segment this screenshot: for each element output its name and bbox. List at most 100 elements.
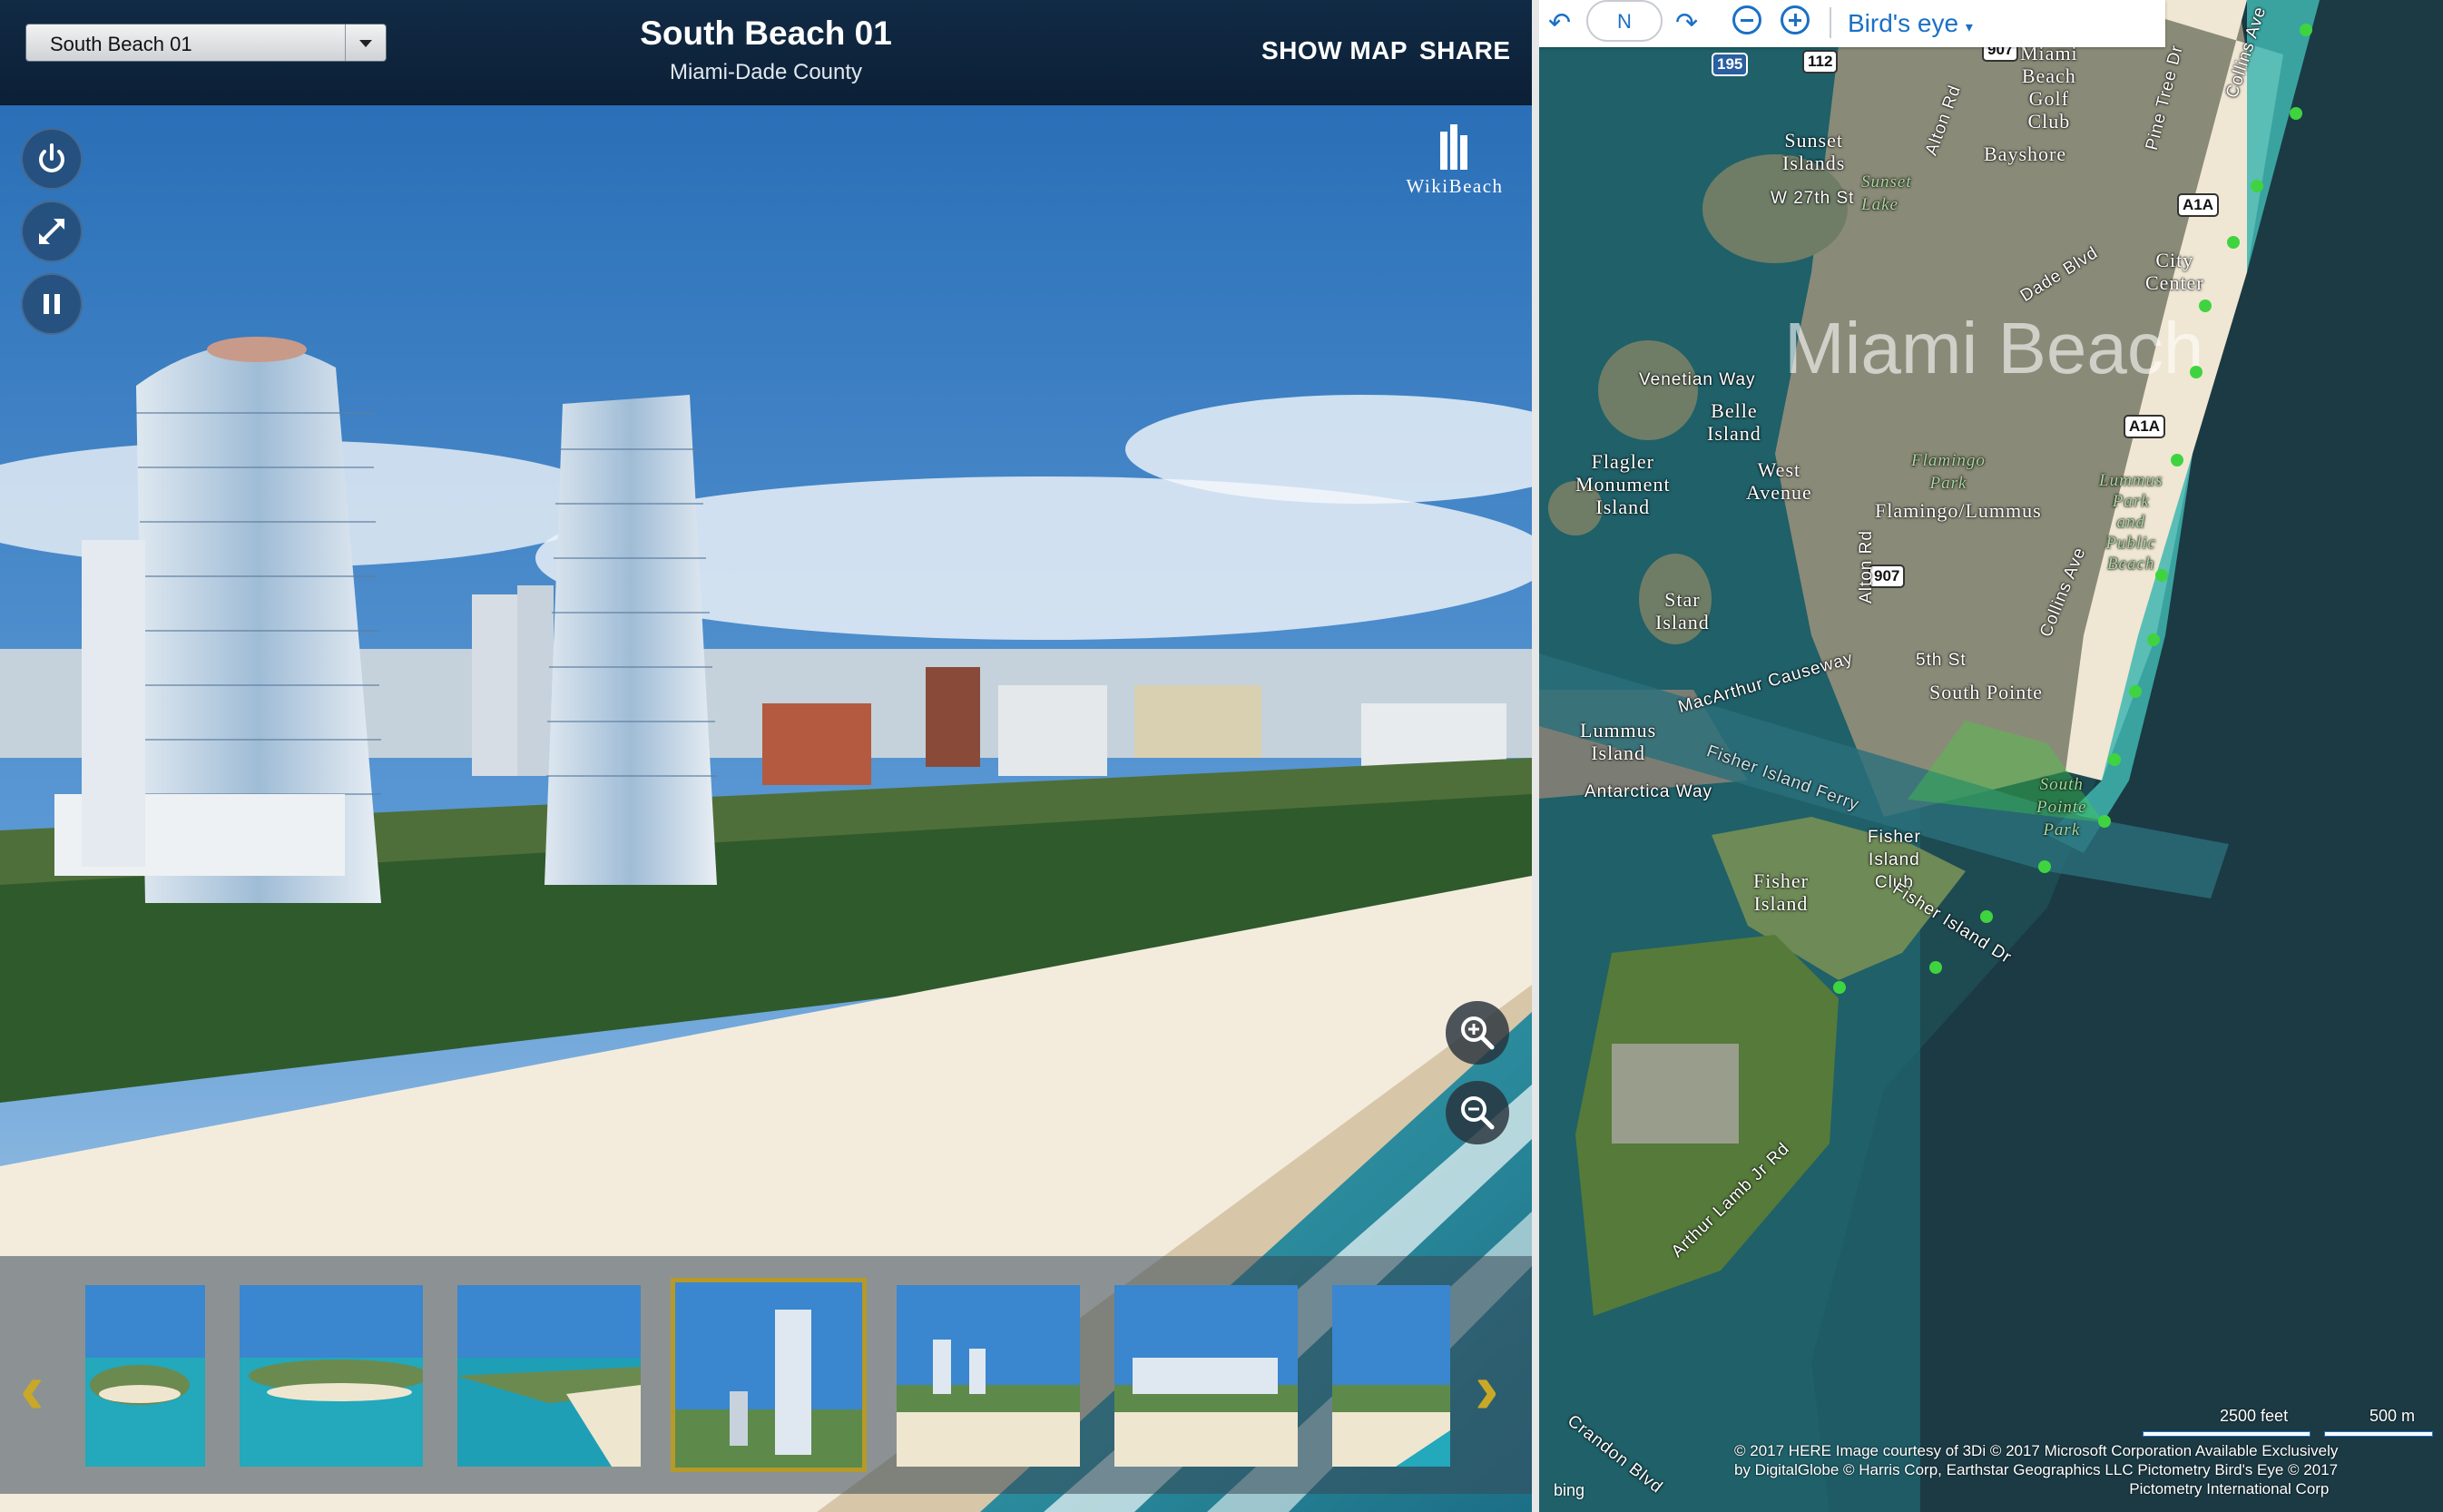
- power-icon: [39, 143, 64, 172]
- beach-marker[interactable]: [2290, 107, 2302, 120]
- fullscreen-button[interactable]: [21, 201, 83, 262]
- wikibeach-logo-text: WikiBeach: [1406, 175, 1504, 197]
- label-sunset-lake: Sunset Lake: [1861, 171, 1912, 216]
- chevron-down-icon: ▾: [1965, 20, 1973, 35]
- toolbar-separator: [1830, 7, 1831, 38]
- beach-marker[interactable]: [2129, 685, 2142, 698]
- map-copyright: © 2017 HERE Image courtesy of 3Di © 2017…: [1734, 1441, 2338, 1498]
- label-line: Island: [1869, 850, 1920, 869]
- rotate-left-icon[interactable]: ↶: [1548, 7, 1571, 39]
- label-alton-rd-2: Alton Rd: [1856, 530, 1876, 604]
- birds-eye-map[interactable]: ↶ N ↷ Bird's eye ▾ Miami Beach 195 112 9…: [1539, 0, 2443, 1512]
- label-line: Islands: [1782, 152, 1846, 174]
- scale-bar-feet: [2143, 1431, 2311, 1437]
- label-sunset-islands: Sunset Islands: [1782, 129, 1845, 174]
- beach-marker[interactable]: [2038, 860, 2051, 873]
- label-fisher-island-club: Fisher Island Club: [1868, 826, 1921, 894]
- label-flagler: Flagler Monument Island: [1575, 450, 1671, 518]
- label-line: Star: [1664, 588, 1701, 611]
- zoom-in-icon: [1461, 1016, 1495, 1050]
- beach-marker[interactable]: [2147, 633, 2160, 646]
- beach-marker[interactable]: [1980, 910, 1993, 923]
- thumbnail-6[interactable]: [1114, 1285, 1298, 1467]
- label-line: South: [2039, 775, 2084, 794]
- thumbnail-strip: ‹ ›: [0, 1256, 1532, 1494]
- show-map-button[interactable]: SHOW MAP: [1261, 36, 1408, 65]
- beach-marker[interactable]: [2251, 180, 2263, 192]
- route-shield: A1A: [2177, 193, 2220, 217]
- label-lummus-park: Lummus Park and Public Beach: [2099, 470, 2163, 574]
- label-star-island: Star Island: [1655, 588, 1710, 633]
- compass-control[interactable]: N: [1586, 0, 1663, 42]
- beach-marker[interactable]: [1833, 981, 1846, 994]
- map-scale: 2500 feet 500 m: [2143, 1407, 2433, 1443]
- label-flamingo-lummus: Flamingo/Lummus: [1875, 499, 2042, 522]
- route-shield: 112: [1802, 50, 1839, 74]
- scale-meters: 500 m: [2369, 1407, 2416, 1425]
- map-imagery: [1539, 0, 2443, 1512]
- label-line: Lummus: [2099, 471, 2163, 490]
- label-line: Sunset: [1861, 172, 1912, 191]
- label-line: Park: [1929, 474, 1967, 493]
- label-line: Island: [1595, 496, 1651, 518]
- thumbnail-image: [1332, 1285, 1450, 1467]
- thumbnail-4-selected[interactable]: [671, 1278, 867, 1472]
- map-mode-select[interactable]: Bird's eye ▾: [1848, 9, 1973, 38]
- chevron-left-icon[interactable]: ‹: [20, 1347, 44, 1430]
- beach-marker[interactable]: [2199, 299, 2212, 312]
- beach-marker[interactable]: [2227, 236, 2240, 249]
- panel-divider[interactable]: [1532, 0, 1539, 1512]
- label-line: Park: [2112, 492, 2150, 511]
- copyright-line: by DigitalGlobe © Harris Corp, Earthstar…: [1734, 1461, 2339, 1478]
- beach-marker[interactable]: [2171, 454, 2183, 466]
- label-line: Lake: [1861, 195, 1898, 214]
- map-toolbar: ↶ N ↷ Bird's eye ▾: [1539, 0, 2165, 47]
- route-shield: A1A: [2124, 415, 2166, 438]
- zoom-in-button[interactable]: [1446, 1001, 1509, 1065]
- thumbnail-2[interactable]: [240, 1285, 423, 1467]
- label-line: Lummus: [1580, 719, 1657, 741]
- beach-marker[interactable]: [2155, 569, 2168, 582]
- map-zoom-out-icon[interactable]: [1732, 5, 1761, 34]
- label-line: Public: [2105, 534, 2156, 553]
- label-line: Pointe: [2036, 798, 2087, 817]
- label-line: Fisher: [1868, 828, 1921, 847]
- label-fisher-island: Fisher Island: [1753, 869, 1809, 915]
- thumbnail-5[interactable]: [897, 1285, 1080, 1467]
- viewer-header: South Beach 01 South Beach 01 Miami-Dade…: [0, 0, 1532, 105]
- pause-button[interactable]: [21, 273, 83, 335]
- label-line: Club: [2027, 110, 2071, 133]
- bing-logo: bing: [1554, 1481, 1585, 1499]
- wikibeach-logo: WikiBeach: [1396, 123, 1514, 198]
- label-venetian-way: Venetian Way: [1639, 370, 1756, 389]
- share-button[interactable]: SHARE: [1419, 36, 1511, 65]
- label-city-center: City Center: [2145, 249, 2204, 294]
- label-south-pointe: South Pointe: [1929, 681, 2044, 703]
- power-button[interactable]: [21, 128, 83, 190]
- thumbnail-image: [457, 1285, 641, 1467]
- label-line: Golf: [2028, 87, 2069, 110]
- chevron-right-icon[interactable]: ›: [1475, 1347, 1499, 1430]
- thumbnail-1[interactable]: [85, 1285, 205, 1467]
- label-line: Park: [2043, 820, 2081, 839]
- beach-marker[interactable]: [2190, 366, 2203, 378]
- thumbnail-image: [240, 1285, 423, 1467]
- label-line: Belle: [1711, 399, 1758, 422]
- beach-marker-selected[interactable]: [2098, 815, 2111, 828]
- thumbnail-3[interactable]: [457, 1285, 641, 1467]
- label-bayshore: Bayshore: [1984, 142, 2067, 165]
- label-west-avenue: West Avenue: [1746, 458, 1812, 504]
- zoom-out-button[interactable]: [1446, 1081, 1509, 1144]
- thumbnail-image: [897, 1285, 1080, 1467]
- map-zoom-in-icon[interactable]: [1781, 5, 1810, 34]
- scale-bar-meters: [2324, 1431, 2433, 1437]
- thumbnail-7[interactable]: [1332, 1285, 1450, 1467]
- label-line: Beach: [2106, 555, 2155, 574]
- beach-marker[interactable]: [2300, 24, 2312, 36]
- label-line: Island: [1753, 892, 1809, 915]
- rotate-right-icon[interactable]: ↷: [1675, 7, 1698, 39]
- beach-marker[interactable]: [2108, 753, 2121, 766]
- beach-marker[interactable]: [1929, 961, 1942, 974]
- expand-icon: [39, 219, 64, 244]
- label-line: Sunset: [1784, 129, 1843, 152]
